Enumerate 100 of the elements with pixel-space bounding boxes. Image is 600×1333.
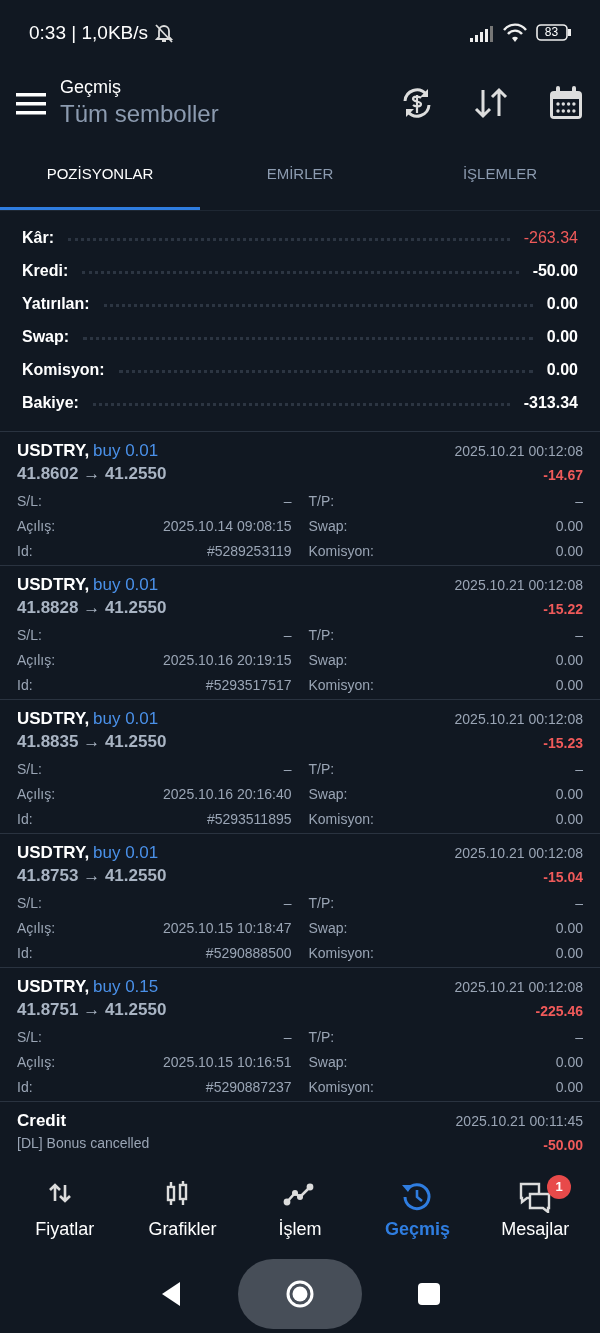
field-value: 0.00 [555,810,583,827]
field-value: 0.00 [555,517,583,534]
nav-tab[interactable]: Mesajlar 1 [476,1171,594,1255]
credit-amount-text: -50.00 [543,1137,583,1153]
summary-label: Kâr: [22,228,54,247]
summary-label: Bakiye: [22,393,79,412]
field-value: 0.00 [555,1078,583,1095]
summary-label: Yatırılan: [22,294,90,313]
back-icon [160,1282,182,1306]
field-label: Açılış: [17,1053,56,1070]
field-label: S/L: [17,894,42,911]
close-time-text: 2025.10.21 00:12:08 [454,845,583,861]
field-value: 0.00 [555,919,583,936]
close-time-text: 2025.10.21 00:12:08 [454,979,583,995]
price-range-text: 41.8835 → 41.2550 [17,732,167,752]
recents-button[interactable] [418,1283,440,1305]
field-label: Id: [17,542,33,559]
close-time-text: 2025.10.21 00:12:08 [454,577,583,593]
menu-button[interactable] [16,90,46,115]
price-range-text: 41.8751 → 41.2550 [17,1000,167,1020]
field-value: #5293517517 [205,676,292,693]
field-label: S/L: [17,626,42,643]
field-value: 2025.10.16 20:19:15 [163,651,292,668]
field-value: – [575,626,583,643]
profit-text: -225.46 [535,1003,583,1019]
trade-side-text: buy 0.01 [93,709,159,728]
price-range-text: 41.8753 → 41.2550 [17,866,167,886]
summary-value: -263.34 [523,228,578,247]
home-icon [285,1279,315,1309]
field-value: – [575,492,583,509]
field-label: Komisyon: [308,1078,374,1095]
back-button[interactable] [160,1282,182,1306]
field-label: Komisyon: [308,944,374,961]
field-label: T/P: [308,1028,335,1045]
sort-icon [474,85,508,120]
field-label: Açılış: [17,651,56,668]
field-label: Komisyon: [308,676,374,693]
field-value: – [283,760,292,777]
field-value: – [283,492,292,509]
field-label: Swap: [308,919,348,936]
field-value: – [283,894,292,911]
trade-side-text: buy 0.01 [93,843,159,862]
nav-tab[interactable]: Fiyatlar [6,1171,124,1255]
field-label: S/L: [17,760,42,777]
field-label: Açılış: [17,785,56,802]
profit-text: -14.67 [543,467,583,483]
symbol-text: USDTRY, [17,441,90,460]
symbol-text: USDTRY, [17,977,90,996]
credit-comment: [DL] Bonus cancelled [17,1135,150,1151]
field-label: T/P: [308,760,335,777]
field-label: Swap: [308,1053,348,1070]
field-label: Swap: [308,651,348,668]
summary-label: Kredi: [22,261,69,280]
field-label: Id: [17,944,33,961]
field-label: Id: [17,810,33,827]
tab[interactable]: EMİRLER [200,140,400,210]
field-value: 0.00 [555,785,583,802]
tab[interactable]: POZİSYONLAR [0,140,200,210]
field-value: #5290888500 [205,944,292,961]
screen-title: Geçmiş [60,77,122,98]
field-label: Komisyon: [308,810,374,827]
field-value: 0.00 [555,676,583,693]
field-value: – [575,894,583,911]
summary-value: 0.00 [546,360,578,379]
nav-tab[interactable]: İşlem [241,1171,359,1255]
summary-label: Swap: [22,327,70,346]
summary-value: 0.00 [546,294,578,313]
tab[interactable]: İŞLEMLER [400,140,600,210]
profit-text: -15.22 [543,601,583,617]
calendar-button[interactable] [548,84,584,121]
sort-button[interactable] [474,85,508,120]
field-value: 0.00 [555,542,583,559]
symbol-text: USDTRY, [17,575,90,594]
summary-value: -50.00 [532,261,578,280]
nav-tab[interactable]: Geçmiş [358,1171,477,1255]
battery-level-text: 83 [543,24,560,41]
field-value: 2025.10.15 10:18:47 [163,919,292,936]
field-value: – [575,1028,583,1045]
price-range-text: 41.8828 → 41.2550 [17,598,167,618]
summary-label: Komisyon: [22,360,105,379]
field-value: – [575,760,583,777]
symbol-filter-text: Tüm semboller [60,100,220,128]
nav-tab[interactable]: Grafikler [123,1171,242,1255]
credit-title: Credit [17,1111,68,1131]
field-label: Komisyon: [308,542,374,559]
notification-badge: 1 [547,1175,572,1199]
close-time-text: 2025.10.21 00:12:08 [454,711,583,727]
field-value: #5293511895 [206,810,292,827]
field-value: 0.00 [555,1053,583,1070]
field-value: 2025.10.15 10:16:51 [163,1053,292,1070]
field-value: 0.00 [555,944,583,961]
close-time-text: 2025.10.21 00:12:08 [454,443,583,459]
field-label: Id: [17,1078,33,1095]
trade-side-text: buy 0.01 [93,441,159,460]
summary-value: 0.00 [546,327,578,346]
trade-side-text: buy 0.15 [93,977,159,996]
status-text: 0:33 | 1,0KB/s [29,21,148,44]
trade-side-text: buy 0.01 [93,575,159,594]
profit-text: -15.23 [543,735,583,751]
profit-text: -15.04 [543,869,583,885]
